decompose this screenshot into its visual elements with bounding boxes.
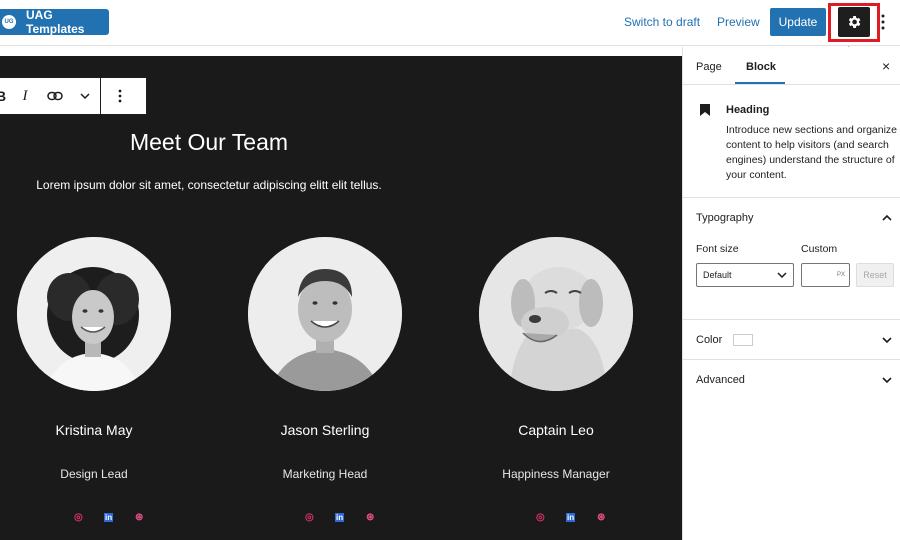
block-card-title: Heading xyxy=(726,104,770,116)
member-photo-jason xyxy=(248,237,402,391)
dribbble-icon[interactable]: ⊛ xyxy=(366,512,374,523)
dog-portrait xyxy=(479,237,633,391)
member-name[interactable]: Captain Leo xyxy=(456,422,656,438)
woman-portrait xyxy=(17,237,171,391)
man-portrait xyxy=(248,237,402,391)
font-size-label: Font size xyxy=(696,243,739,255)
member-photo-leo xyxy=(479,237,633,391)
editor-canvas: B I Meet Our Team Lorem ipsum dolor sit … xyxy=(0,47,682,540)
italic-icon[interactable]: I xyxy=(10,78,40,114)
bold-icon[interactable]: B xyxy=(0,78,10,114)
member-name[interactable]: Jason Sterling xyxy=(225,422,425,438)
instagram-icon[interactable]: ◎ xyxy=(305,512,314,523)
team-section[interactable]: B I Meet Our Team Lorem ipsum dolor sit … xyxy=(0,56,682,540)
bookmark-icon xyxy=(700,104,710,116)
divider xyxy=(683,84,900,85)
editor-top-toolbar: UG UAG Templates Switch to draft Preview… xyxy=(0,0,900,46)
uag-logo-icon: UG xyxy=(2,15,16,29)
chevron-down-icon[interactable] xyxy=(881,334,893,346)
preview-button[interactable]: Preview xyxy=(717,15,760,29)
dribbble-icon[interactable]: ⊛ xyxy=(597,512,605,523)
update-button[interactable]: Update xyxy=(770,8,826,36)
tab-page[interactable]: Page xyxy=(696,61,722,73)
dribbble-glyph: ⊛ xyxy=(597,512,606,523)
settings-sidebar: Page Block × Heading Introduce new secti… xyxy=(682,47,900,540)
font-size-select-value: Default xyxy=(703,270,732,280)
block-toolbar: B I xyxy=(0,77,147,115)
chevron-up-icon[interactable] xyxy=(881,212,893,224)
chevron-down-icon[interactable] xyxy=(70,78,100,114)
section-description[interactable]: Lorem ipsum dolor sit amet, consectetur … xyxy=(0,178,418,192)
close-icon[interactable]: × xyxy=(882,58,890,74)
panel-title-typography[interactable]: Typography xyxy=(696,212,753,224)
dribbble-icon[interactable]: ⊛ xyxy=(135,512,143,523)
tab-block[interactable]: Block xyxy=(746,61,776,73)
custom-size-input[interactable]: PX xyxy=(801,263,850,287)
panel-title-advanced[interactable]: Advanced xyxy=(696,374,745,386)
more-options-icon[interactable] xyxy=(101,78,139,114)
custom-size-label: Custom xyxy=(801,243,838,255)
panel-title-color[interactable]: Color xyxy=(696,334,722,346)
section-heading[interactable]: Meet Our Team xyxy=(0,129,418,156)
reset-button[interactable]: Reset xyxy=(856,263,894,287)
uag-templates-button[interactable]: UG UAG Templates xyxy=(0,8,109,36)
member-role[interactable]: Marketing Head xyxy=(225,467,425,481)
link-icon[interactable] xyxy=(40,78,70,114)
dribbble-glyph: ⊛ xyxy=(135,512,144,523)
instagram-icon[interactable]: ◎ xyxy=(536,512,545,523)
font-size-select[interactable]: Default xyxy=(696,263,794,287)
divider xyxy=(683,197,900,198)
linkedin-glyph: in xyxy=(104,513,114,522)
member-name[interactable]: Kristina May xyxy=(0,422,194,438)
linkedin-icon[interactable]: in xyxy=(566,512,576,523)
instagram-glyph: ◎ xyxy=(74,512,83,523)
custom-size-unit: PX xyxy=(836,272,845,278)
instagram-glyph: ◎ xyxy=(536,512,545,523)
member-role[interactable]: Happiness Manager xyxy=(456,467,656,481)
linkedin-glyph: in xyxy=(566,513,576,522)
switch-to-draft-button[interactable]: Switch to draft xyxy=(624,15,700,29)
instagram-glyph: ◎ xyxy=(305,512,314,523)
kebab-icon[interactable] xyxy=(880,12,886,32)
editor-screen: UG UAG Templates Switch to draft Preview… xyxy=(0,0,900,540)
instagram-icon[interactable]: ◎ xyxy=(74,512,83,523)
divider xyxy=(683,359,900,360)
chevron-down-icon[interactable] xyxy=(881,374,893,386)
chevron-down-icon xyxy=(777,272,787,278)
settings-highlight-box xyxy=(828,3,880,42)
divider xyxy=(683,319,900,320)
uag-templates-label: UAG Templates xyxy=(26,8,85,36)
color-swatch[interactable] xyxy=(733,334,753,346)
member-role[interactable]: Design Lead xyxy=(0,467,194,481)
member-photo-kristina xyxy=(17,237,171,391)
linkedin-icon[interactable]: in xyxy=(104,512,114,523)
block-card-description: Introduce new sections and organize cont… xyxy=(726,124,898,181)
linkedin-icon[interactable]: in xyxy=(335,512,345,523)
dribbble-glyph: ⊛ xyxy=(366,512,375,523)
linkedin-glyph: in xyxy=(335,513,345,522)
